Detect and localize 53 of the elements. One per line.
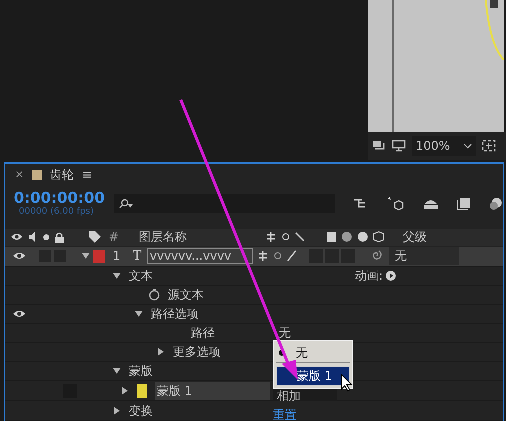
property-label: 更多选项 [173, 344, 221, 361]
property-label: 蒙版 1 [155, 382, 270, 400]
property-label: 路径 [191, 324, 215, 342]
collapse-triangle-icon[interactable] [157, 348, 165, 356]
frame-info: 00000 (6.00 fps) [18, 206, 95, 218]
reset-link[interactable]: 重置 [273, 406, 297, 421]
animate-label: 动画: [355, 268, 384, 285]
property-label: 路径选项 [151, 306, 199, 323]
eye-icon [11, 233, 23, 242]
expand-triangle-icon[interactable] [135, 310, 143, 318]
monitor-icon[interactable] [392, 140, 406, 152]
menu-icon[interactable]: ≡ [82, 166, 92, 184]
number-column-header: # [109, 229, 120, 246]
search-field[interactable] [114, 194, 335, 214]
lock-icon [55, 232, 64, 243]
label-color-chip[interactable] [93, 250, 105, 263]
parent-dropdown[interactable]: 无 [389, 247, 459, 266]
zoom-dropdown[interactable]: 100% [412, 136, 476, 156]
sparkle-cube-icon[interactable] [387, 196, 405, 212]
layer-name-column-header: 图层名称 [139, 229, 188, 246]
cursor-icon [341, 374, 353, 392]
property-label: 蒙版 [129, 362, 153, 380]
parent-column-header: 父级 [403, 229, 427, 246]
property-label: 变换 [129, 402, 153, 420]
layer-number: 1 [113, 248, 122, 266]
layer-switches-drawing[interactable] [257, 250, 297, 262]
property-label: 文本 [129, 268, 153, 285]
play-icon[interactable] [386, 270, 396, 281]
timecode[interactable]: 0:00:00:00 [14, 190, 108, 207]
eye-icon[interactable] [12, 252, 26, 260]
speaker-icon [28, 232, 38, 242]
close-icon[interactable]: × [15, 167, 24, 184]
collapse-triangle-icon[interactable] [121, 386, 129, 394]
tag-icon [89, 231, 101, 244]
expand-triangle-icon[interactable] [113, 272, 121, 280]
comp-color-swatch [32, 170, 42, 180]
search-icon [119, 198, 134, 209]
expand-triangle-icon[interactable] [113, 366, 121, 375]
expand-triangle-icon[interactable] [82, 252, 90, 260]
tab-title[interactable]: 齿轮 [50, 166, 74, 184]
spiral-icon[interactable] [371, 250, 383, 262]
layer-name-field[interactable]: vvvvvv...vvvv [147, 248, 253, 264]
property-label: 源文本 [168, 286, 204, 304]
chevron-down-icon [464, 144, 472, 148]
path-value[interactable]: 无 [279, 324, 291, 342]
dot-icon [43, 234, 50, 241]
collapse-triangle-icon[interactable] [113, 406, 121, 414]
layers-icon[interactable] [489, 196, 503, 211]
region-icon[interactable] [482, 139, 496, 153]
snapshot-icon[interactable] [372, 140, 386, 152]
stopwatch-icon[interactable] [149, 288, 160, 301]
eye-icon[interactable] [12, 310, 26, 318]
type-glyph: T [133, 248, 143, 266]
